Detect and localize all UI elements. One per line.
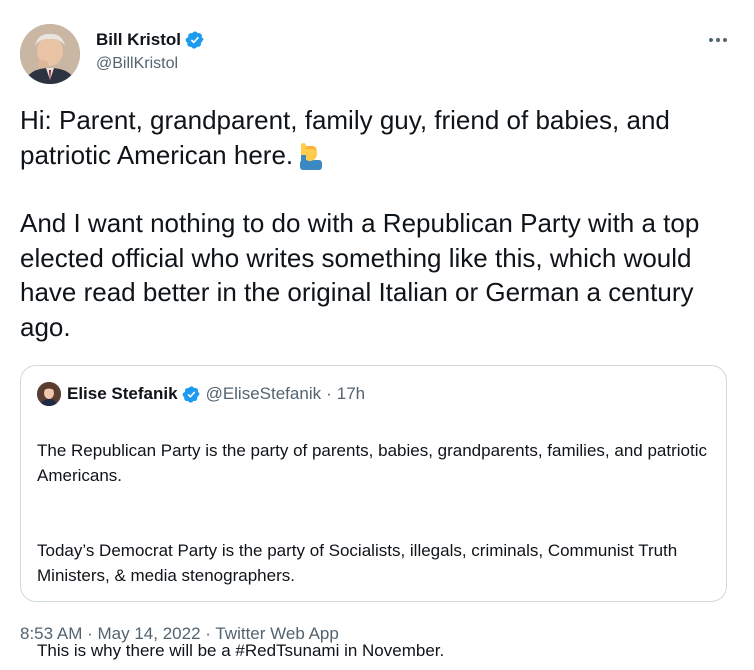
- person-raising-hand-icon: [300, 142, 323, 170]
- quoted-author-display-name: Elise Stefanik: [67, 384, 178, 403]
- ellipsis-icon: [709, 38, 727, 42]
- verified-badge-icon: [185, 31, 204, 49]
- quoted-paragraph: Today’s Democrat Party is the party of S…: [37, 541, 678, 585]
- quoted-tweet[interactable]: Elise Stefanik @EliseStefanik · 17h The …: [20, 365, 727, 660]
- quoted-author-handle: @EliseStefanik: [205, 384, 322, 403]
- quoted-separator: ·: [326, 384, 332, 403]
- more-options-button[interactable]: [706, 30, 730, 50]
- author-handle[interactable]: @BillKristol: [96, 55, 205, 73]
- tweet: Bill Kristol @BillKristol Hi: Parent, gr…: [0, 0, 754, 670]
- author-avatar[interactable]: [20, 24, 80, 84]
- tweet-text: Hi: Parent, grandparent, family guy, fri…: [20, 103, 734, 344]
- quoted-tweet-header: Elise Stefanik @EliseStefanik · 17h: [37, 382, 365, 406]
- quoted-paragraph: The Republican Party is the party of par…: [37, 441, 707, 485]
- tweet-date[interactable]: May 14, 2022: [98, 624, 201, 643]
- author-display-name[interactable]: Bill Kristol: [96, 30, 181, 50]
- tweet-text-line1: Hi: Parent, grandparent, family guy, fri…: [20, 105, 670, 170]
- tweet-time[interactable]: 8:53 AM: [20, 624, 82, 643]
- meta-separator: ·: [87, 624, 93, 643]
- tweet-source: Twitter Web App: [215, 624, 339, 643]
- tweet-text-paragraph2: And I want nothing to do with a Republic…: [20, 208, 700, 342]
- quoted-author-avatar: [37, 382, 61, 406]
- tweet-header: Bill Kristol @BillKristol: [20, 22, 734, 86]
- tweet-metadata: 8:53 AM · May 14, 2022 · Twitter Web App: [20, 624, 339, 644]
- quoted-time-ago[interactable]: 17h: [337, 384, 365, 404]
- meta-separator: ·: [205, 624, 211, 643]
- verified-badge-icon: [182, 385, 200, 403]
- author-info: Bill Kristol @BillKristol: [96, 28, 205, 73]
